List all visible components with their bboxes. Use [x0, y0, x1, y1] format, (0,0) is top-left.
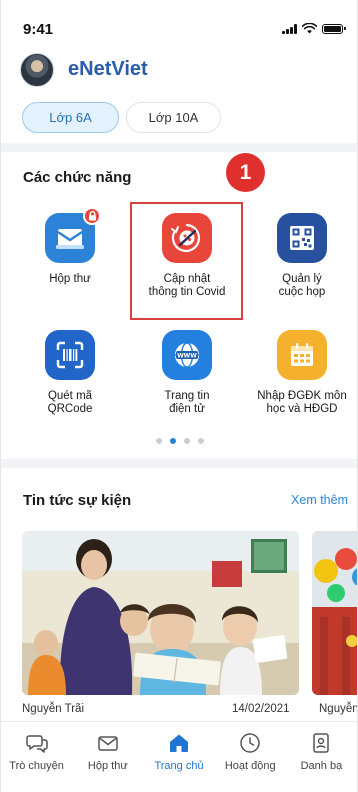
section-divider [1, 459, 357, 468]
nav-item-activity[interactable]: Hoạt động [215, 722, 286, 792]
function-tile-mailbox[interactable]: Hộp thư [15, 207, 125, 286]
news-card-image[interactable] [22, 531, 299, 695]
page-indicator [156, 438, 204, 444]
wifi-icon [302, 23, 317, 34]
calendar-grid-icon [277, 330, 327, 380]
nav-label: Danh bạ [300, 760, 343, 772]
function-tile-meeting[interactable]: Quản lý cuộc họp [247, 213, 357, 299]
avatar[interactable] [20, 53, 54, 87]
envelope-icon [98, 736, 118, 751]
function-tile-label: Hộp thư [49, 273, 91, 285]
news-card-image[interactable] [312, 531, 357, 695]
news-card-source: Nguyễn [319, 703, 358, 715]
function-tile-label: Quét mã QRCode [47, 390, 93, 415]
status-icons [282, 23, 346, 34]
function-tile-grade-entry[interactable]: Nhập ĐGĐK môn học và HĐGD [247, 330, 357, 416]
highlight-box [130, 202, 243, 320]
nav-label: Trò chuyện [9, 760, 64, 772]
bottom-nav: Trò chuyện Hộp thư Trang chủ Hoạt động D… [1, 721, 357, 792]
mailbox-icon [45, 207, 101, 263]
page-dot[interactable] [184, 438, 190, 444]
qr-scan-icon [45, 330, 95, 380]
home-icon [170, 734, 188, 752]
nav-label: Hộp thư [87, 760, 128, 772]
function-tile-news-site[interactable]: WWW Trang tin điện tử [132, 330, 242, 416]
function-tile-label: Quản lý cuộc họp [278, 273, 326, 298]
news-card-source: Nguyễn Trãi [22, 703, 85, 715]
functions-section-title: Các chức năng [23, 169, 132, 186]
nav-item-home[interactable]: Trang chủ [143, 722, 214, 792]
nav-label: Hoạt động [224, 760, 276, 772]
function-tile-label: Trang tin điện tử [164, 390, 210, 415]
section-divider [1, 143, 357, 152]
class-selector: Lớp 6A Lớp 10A [22, 102, 221, 133]
battery-icon [322, 23, 346, 34]
nav-item-chat[interactable]: Trò chuyện [1, 722, 72, 792]
class-tab-6a[interactable]: Lớp 6A [22, 102, 119, 133]
step-badge: 1 [226, 153, 265, 192]
page-dot[interactable] [198, 438, 204, 444]
app-title: eNetViet [68, 58, 148, 80]
app-screen: 9:41 eNetViet Lớp 6A Lớp 10A Các chức nă… [0, 0, 358, 792]
chat-bubbles-icon [25, 735, 48, 753]
globe-www-icon: WWW [162, 330, 212, 380]
see-more-link[interactable]: Xem thêm [291, 493, 348, 507]
svg-text:WWW: WWW [177, 353, 197, 360]
news-card-date: 14/02/2021 [232, 703, 290, 715]
page-dot-active[interactable] [170, 438, 176, 444]
status-bar: 9:41 [1, 0, 357, 48]
contacts-icon [313, 733, 330, 753]
function-tile-label: Nhập ĐGĐK môn học và HĐGD [257, 390, 347, 415]
clock-icon [240, 733, 260, 753]
qr-meeting-icon [277, 213, 327, 263]
nav-item-contacts[interactable]: Danh bạ [286, 722, 357, 792]
lock-icon [83, 207, 101, 225]
status-time: 9:41 [23, 21, 54, 38]
nav-item-inbox[interactable]: Hộp thư [72, 722, 143, 792]
app-header: eNetViet [1, 50, 357, 92]
class-tab-10a[interactable]: Lớp 10A [126, 102, 221, 133]
news-section-title: Tin tức sự kiện [23, 492, 132, 509]
function-tile-qr-scan[interactable]: Quét mã QRCode [15, 330, 125, 416]
cellular-signal-icon [282, 23, 297, 34]
page-dot[interactable] [156, 438, 162, 444]
nav-label: Trang chủ [154, 760, 204, 772]
